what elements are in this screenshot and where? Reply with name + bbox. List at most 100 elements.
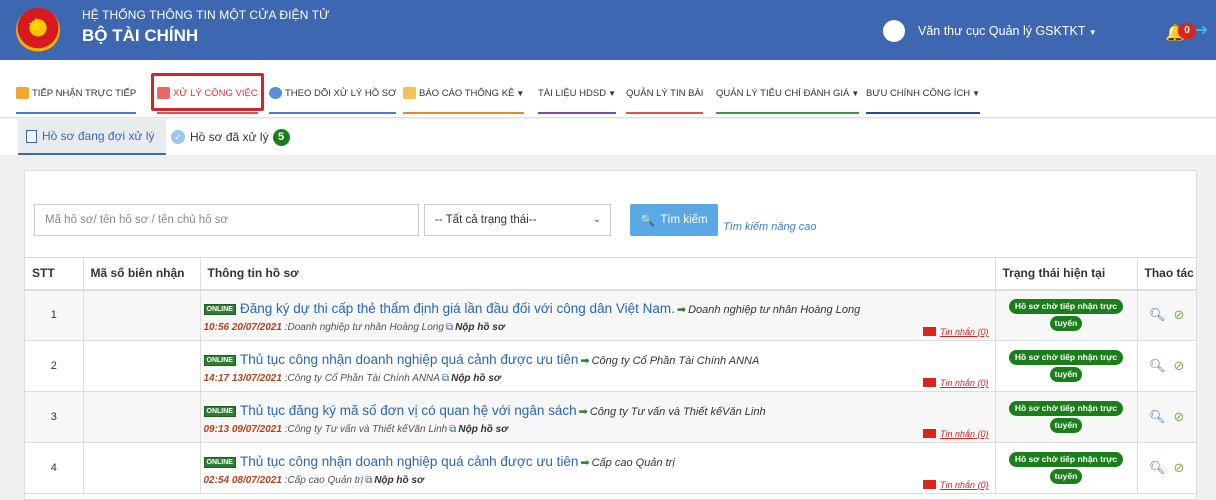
online-badge: ONLINE [203,303,236,315]
submitted-time: 14:17 13/07/2021 [203,372,282,384]
user-name: Văn thư cục Quản lý GSKTKT [918,24,1086,38]
monitor-icon [269,87,282,99]
row-receipt [83,442,201,494]
task-icon [157,87,170,99]
top-header: ★ HỆ THỐNG THÔNG TIN MỘT CỬA ĐIỆN TỬ BỘ … [0,0,1216,60]
process-icon[interactable]: ⊘ [1174,409,1185,425]
menu-item-user-guide[interactable]: TÀI LIỆU HDSD ▼ [538,74,617,114]
submit-link[interactable]: Nộp hồ sơ [455,322,505,333]
row-info: ONLINE Thủ tục đăng ký mã số đơn vị có qu… [200,391,996,443]
row-actions: 🔍︎ ⊘ [1137,391,1196,443]
view-detail-icon[interactable]: 🔍︎ [1149,358,1166,374]
process-icon[interactable]: ⊘ [1174,307,1185,323]
arrow-right-icon: ➡ [580,354,590,367]
doc-link-icon: ⧉ [449,423,457,435]
logout-icon[interactable]: ➜ [1195,20,1208,40]
sub-tabs: Hồ sơ đang đợi xử lý ✓ Hồ sơ đã xử lý 5 [0,119,1216,155]
report-icon [403,87,416,99]
search-input[interactable] [34,204,419,236]
status-badge: Hồ sơ chờ tiếp nhận trực [1008,299,1124,315]
procedure-link[interactable]: Thủ tục đăng ký mã số đơn vị có quan hệ … [240,403,577,418]
arrow-right-icon: ➡ [578,405,588,418]
messages-link[interactable]: Tin nhắn (0) [923,480,989,490]
doc-link-icon: ⧉ [441,372,450,384]
menu-item-criteria[interactable]: QUẢN LÝ TIÊU CHÍ ĐÁNH GIÁ ▼ [716,74,860,114]
menu-item-receive-direct[interactable]: TIẾP NHẬN TRỰC TIẾP [16,74,137,114]
view-detail-icon[interactable]: 🔍︎ [1149,307,1166,323]
chevron-down-icon: ▼ [608,88,617,98]
chevron-down-icon: ▼ [516,88,525,98]
menu-item-process-work[interactable]: XỬ LÝ CÔNG VIỆC [157,74,258,114]
process-icon[interactable]: ⊘ [1174,460,1185,476]
process-icon[interactable]: ⊘ [1174,358,1185,374]
row-info: ONLINE Đăng ký dự thi cấp thẻ thẩm định g… [200,289,996,341]
notification-badge[interactable]: 0 [1178,23,1196,39]
row-receipt [83,289,201,341]
table-row: 1 ONLINE Đăng ký dự thi cấp thẻ thẩm định… [25,289,1196,341]
avatar[interactable] [883,20,905,42]
applicant-sub: :Công ty Tư vấn và Thiết kếVăn Linh [284,423,448,435]
messages-link[interactable]: Tin nhắn (0) [923,429,989,439]
menu-item-track-processing[interactable]: THEO DÕI XỬ LÝ HỒ SƠ [269,74,397,114]
applicant-name: Cấp cao Quản trị [591,456,675,469]
row-receipt [83,391,201,443]
messages-link[interactable]: Tin nhắn (0) [923,327,989,337]
row-receipt [83,340,201,392]
table-row: 4 ONLINE Thủ tục công nhận doanh nghiệp q… [25,442,1196,494]
user-menu[interactable]: Văn thư cục Quản lý GSKTKT ▼ [918,24,1097,38]
view-detail-icon[interactable]: 🔍︎ [1149,409,1166,425]
procedure-link[interactable]: Thủ tục công nhận doanh nghiệp quá cảnh … [240,454,578,469]
doc-link-icon: ⧉ [445,321,454,333]
advanced-search-link[interactable]: Tìm kiếm nâng cao [723,221,817,233]
status-select[interactable]: -- Tất cả trạng thái-- ⌄ [424,204,611,236]
row-actions: 🔍︎ ⊘ [1137,442,1196,494]
row-stt: 4 [25,442,84,494]
status-badge-cont: tuyến [1049,367,1083,382]
status-badge: Hồ sơ chờ tiếp nhận trực [1008,401,1124,416]
status-badge-cont: tuyến [1049,316,1083,332]
tab-processed[interactable]: ✓ Hồ sơ đã xử lý 5 [171,119,290,155]
view-detail-icon[interactable]: 🔍︎ [1149,460,1166,476]
menu-item-reports[interactable]: BÁO CÁO THỐNG KÊ ▼ [403,74,525,114]
table-row: 3 ONLINE Thủ tục đăng ký mã số đơn vị có … [25,391,1196,443]
status-badge-cont: tuyến [1049,469,1083,484]
applicant-name: Doanh nghiệp tư nhân Hoàng Long [688,303,861,316]
procedure-link[interactable]: Đăng ký dự thi cấp thẻ thẩm định giá lần… [240,301,675,316]
chevron-down-icon: ⌄ [592,214,601,225]
system-title: HỆ THỐNG THÔNG TIN MỘT CỬA ĐIỆN TỬ [82,8,330,22]
row-stt: 3 [25,391,84,443]
menu-item-postal[interactable]: BƯU CHÍNH CÔNG ÍCH ▼ [866,74,981,114]
col-header-status: Trạng thái hiện tại [995,257,1138,291]
document-icon [26,129,37,143]
message-icon [923,378,937,387]
menu-item-news[interactable]: QUẢN LÝ TIN BÀI [626,74,704,114]
tab-pending[interactable]: Hồ sơ đang đợi xử lý [18,119,166,155]
applicant-sub: :Công ty Cổ Phần Tài Chính ANNA [284,372,440,384]
row-info: ONLINE Thủ tục công nhận doanh nghiệp quá… [200,340,996,392]
submit-link[interactable]: Nộp hồ sơ [451,373,501,384]
row-status: Hồ sơ chờ tiếp nhận trực tuyến [995,340,1138,392]
arrow-right-icon: ➡ [676,303,687,316]
status-badge-cont: tuyến [1049,418,1083,433]
chevron-down-icon: ▼ [851,88,860,98]
col-header-receipt: Mã số biên nhận [83,257,201,291]
submit-link[interactable]: Nộp hồ sơ [374,475,424,486]
submitted-time: 02:54 08/07/2021 [203,474,282,486]
row-actions: 🔍︎ ⊘ [1137,289,1196,341]
messages-link[interactable]: Tin nhắn (0) [923,378,989,388]
online-badge: ONLINE [203,456,236,468]
row-stt: 2 [25,340,84,392]
row-status: Hồ sơ chờ tiếp nhận trực tuyến [995,442,1138,494]
col-header-actions: Thao tác [1137,257,1196,291]
doc-link-icon: ⧉ [365,474,373,486]
message-icon [923,327,937,336]
search-button[interactable]: 🔍 Tìm kiếm [630,204,718,236]
national-emblem-logo: ★ [16,8,60,52]
arrow-right-icon: ➡ [580,456,590,469]
message-icon [923,429,937,438]
row-status: Hồ sơ chờ tiếp nhận trực tuyến [995,289,1138,341]
row-status: Hồ sơ chờ tiếp nhận trực tuyến [995,391,1138,443]
submit-link[interactable]: Nộp hồ sơ [458,424,508,435]
main-menu: TIẾP NHẬN TRỰC TIẾP XỬ LÝ CÔNG VIỆC THEO… [0,60,1216,118]
procedure-link[interactable]: Thủ tục công nhận doanh nghiệp quá cảnh … [240,352,578,367]
